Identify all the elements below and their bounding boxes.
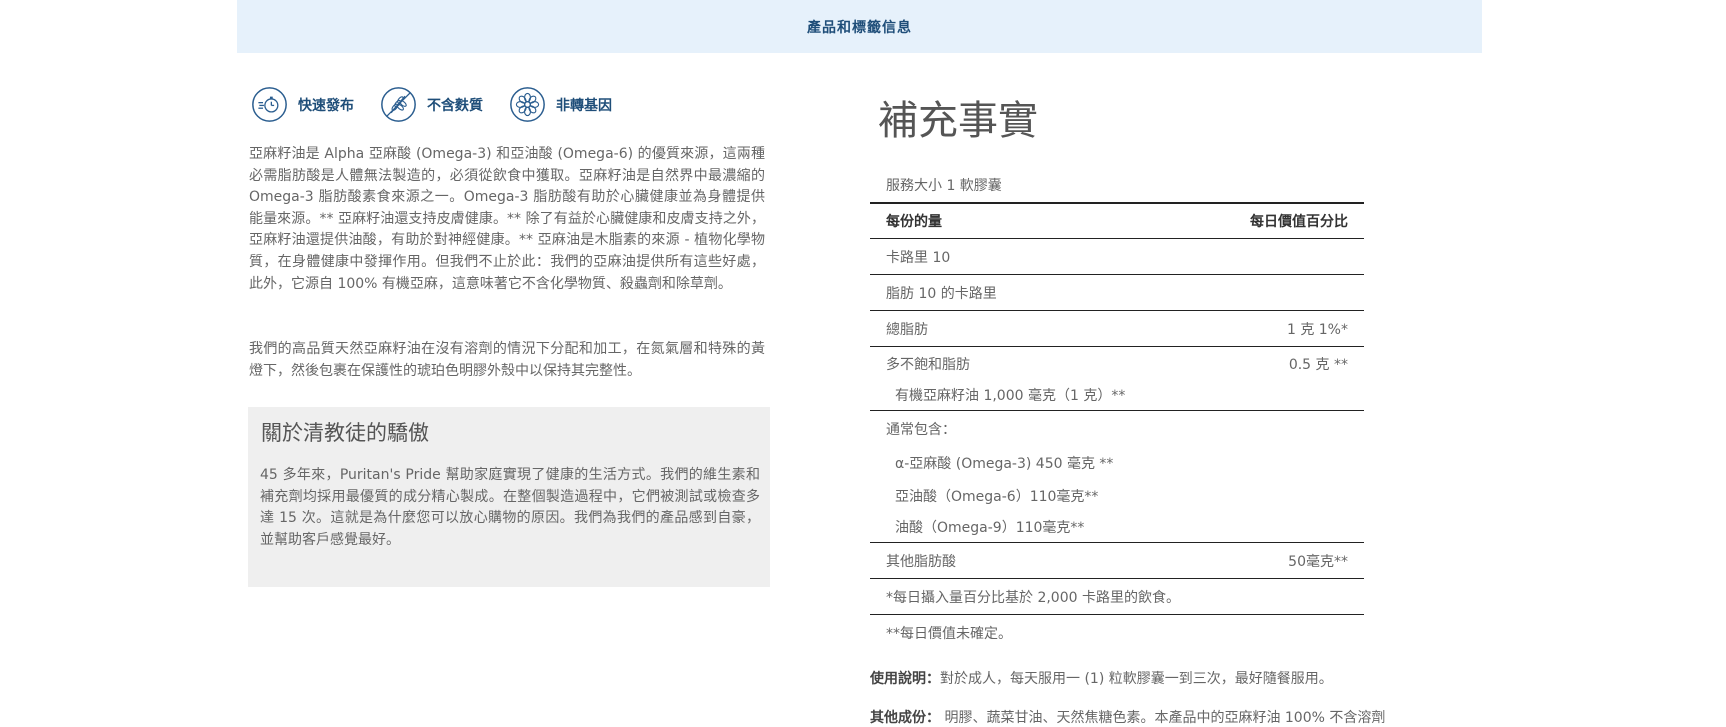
feature-badges: 快速發布 不含麩質 非轉基因 (251, 86, 638, 123)
linoleic: 亞油酸（Omega-6）110毫克** (895, 488, 1099, 505)
feature-quick-release: 快速發布 (251, 86, 354, 123)
other-fats-name: 其他脂肪酸 (886, 553, 956, 570)
poly-fat-row: 多不飽和脂肪 0.5 克 ** (870, 347, 1364, 380)
footnote-undetermined: **每日價值未確定。 (886, 626, 1012, 642)
col-amount-header: 每份的量 (886, 214, 942, 230)
oleic: 油酸（Omega-9）110毫克** (895, 520, 1085, 536)
directions-label: 使用說明： (870, 671, 940, 687)
feature-label: 非轉基因 (556, 97, 612, 114)
footnote-dv: *每日攝入量百分比基於 2,000 卡路里的飲食。 (886, 589, 1180, 606)
typically-contains: 通常包含： (886, 421, 956, 438)
about-brand-box: 關於清教徒的驕傲 45 多年來，Puritan's Pride 幫助家庭實現了健… (248, 407, 770, 587)
feature-gluten-free: 不含麩質 (380, 86, 483, 123)
typically-contains-row: 通常包含： (870, 411, 1364, 446)
poly-fat-name: 多不飽和脂肪 (886, 356, 970, 373)
footnote2-row: **每日價值未確定。 (870, 615, 1364, 651)
supplement-facts-title: 補充事實 (878, 98, 1038, 144)
facts-header-row: 每份的量 每日價值百分比 (870, 202, 1364, 239)
poly-fat-value: 0.5 克 ** (1288, 356, 1348, 373)
banner-title: 產品和標籤信息 (807, 19, 912, 36)
ala: α-亞麻酸 (Omega-3) 450 毫克 ** (895, 455, 1114, 472)
gluten-free-icon (381, 87, 416, 122)
total-fat-value: 1 克 1%* (1286, 321, 1348, 338)
total-fat-row: 總脂肪 1 克 1%* (870, 311, 1364, 347)
serving-size: 服務大小 1 軟膠囊 (886, 178, 1002, 194)
flax-oil: 有機亞麻籽油 1,000 毫克（1 克）** (895, 388, 1126, 404)
fat-calories-row: 脂肪 10 的卡路里 (870, 275, 1364, 311)
calories: 卡路里 10 (886, 249, 951, 266)
serving-size-row: 服務大小 1 軟膠囊 (870, 168, 1364, 202)
fat-calories: 脂肪 10 的卡路里 (886, 285, 997, 302)
linoleic-row: 亞油酸（Omega-6）110毫克** (870, 479, 1364, 512)
other-fats-row: 其他脂肪酸 50毫克** (870, 543, 1364, 579)
about-text: 45 多年來，Puritan's Pride 幫助家庭實現了健康的生活方式。我們… (260, 467, 760, 548)
footnote1-row: *每日攝入量百分比基於 2,000 卡路里的飲食。 (870, 579, 1364, 615)
ingredients-line: 其他成份： 明膠、蔬菜甘油、天然焦糖色素。本產品中的亞麻籽油 100% 不含溶劑 (870, 707, 1470, 727)
other-fats-value: 50毫克** (1288, 553, 1348, 570)
feature-label: 快速發布 (298, 97, 354, 114)
non-gmo-icon (510, 87, 545, 122)
directions-line: 使用說明：對於成人，每天服用一 (1) 粒軟膠囊一到三次，最好隨餐服用。 (870, 668, 1470, 688)
ala-row: α-亞麻酸 (Omega-3) 450 毫克 ** (870, 446, 1364, 479)
product-description: 亞麻籽油是 Alpha 亞麻酸 (Omega-3) 和亞油酸 (Omega-6)… (249, 146, 765, 292)
col-dv-header: 每日價值百分比 (1250, 214, 1348, 230)
calories-row: 卡路里 10 (870, 239, 1364, 275)
product-processing-text: 我們的高品質天然亞麻籽油在沒有溶劑的情況下分配和加工，在氮氣層和特殊的黃燈下，然… (249, 341, 765, 379)
feature-label: 不含麩質 (427, 97, 483, 114)
directions-text: 對於成人，每天服用一 (1) 粒軟膠囊一到三次，最好隨餐服用。 (940, 671, 1333, 687)
ingredients-label: 其他成份： (870, 710, 940, 726)
supplement-facts-table: 服務大小 1 軟膠囊 每份的量 每日價值百分比 卡路里 10 脂肪 10 的卡路… (870, 168, 1364, 651)
feature-non-gmo: 非轉基因 (509, 86, 612, 123)
oleic-row: 油酸（Omega-9）110毫克** (870, 512, 1364, 543)
quick-release-icon (252, 87, 287, 122)
total-fat-name: 總脂肪 (886, 321, 928, 338)
flax-oil-row: 有機亞麻籽油 1,000 毫克（1 克）** (870, 380, 1364, 411)
ingredients-text: 明膠、蔬菜甘油、天然焦糖色素。本產品中的亞麻籽油 100% 不含溶劑 (940, 710, 1386, 726)
about-title: 關於清教徒的驕傲 (261, 421, 429, 445)
product-info-banner: 產品和標籤信息 (237, 0, 1482, 53)
